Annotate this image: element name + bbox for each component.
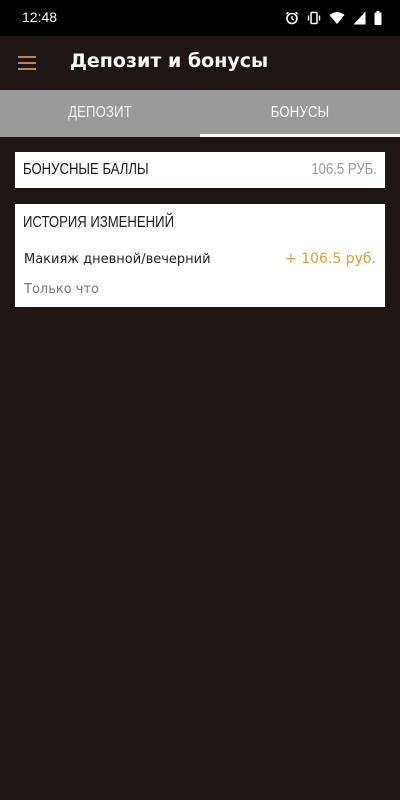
tab-bonuses[interactable]: Бонусы xyxy=(218,90,382,137)
bonus-balance-label: Бонусные баллы xyxy=(23,161,149,178)
tab-bar: Депозит Бонусы xyxy=(0,90,400,137)
history-item-time: Только что xyxy=(24,282,100,297)
history-title: История изменений xyxy=(23,214,174,231)
bonus-balance-card: Бонусные баллы 106.5 РУБ. xyxy=(15,152,385,188)
tab-deposit[interactable]: Депозит xyxy=(18,90,182,137)
app-bar: Депозит и бонусы xyxy=(0,36,400,90)
vibrate-icon xyxy=(307,11,321,25)
signal-icon xyxy=(353,11,366,25)
wifi-icon xyxy=(329,12,345,24)
hamburger-menu-icon[interactable] xyxy=(14,50,42,76)
history-item-name: Макияж дневной/вечерний xyxy=(24,252,211,267)
status-time: 12:48 xyxy=(22,9,58,25)
history-card: История изменений Макияж дневной/вечерни… xyxy=(15,204,385,307)
status-bar: 12:48 xyxy=(0,0,400,36)
bonus-balance-value: 106.5 РУБ. xyxy=(311,161,377,178)
history-item-amount: + 106.5 руб. xyxy=(285,251,376,267)
page-title: Депозит и бонусы xyxy=(70,50,269,72)
selected-tab-indicator xyxy=(200,134,400,137)
status-icons xyxy=(285,10,382,26)
alarm-icon xyxy=(286,11,298,25)
battery-icon xyxy=(374,11,382,25)
